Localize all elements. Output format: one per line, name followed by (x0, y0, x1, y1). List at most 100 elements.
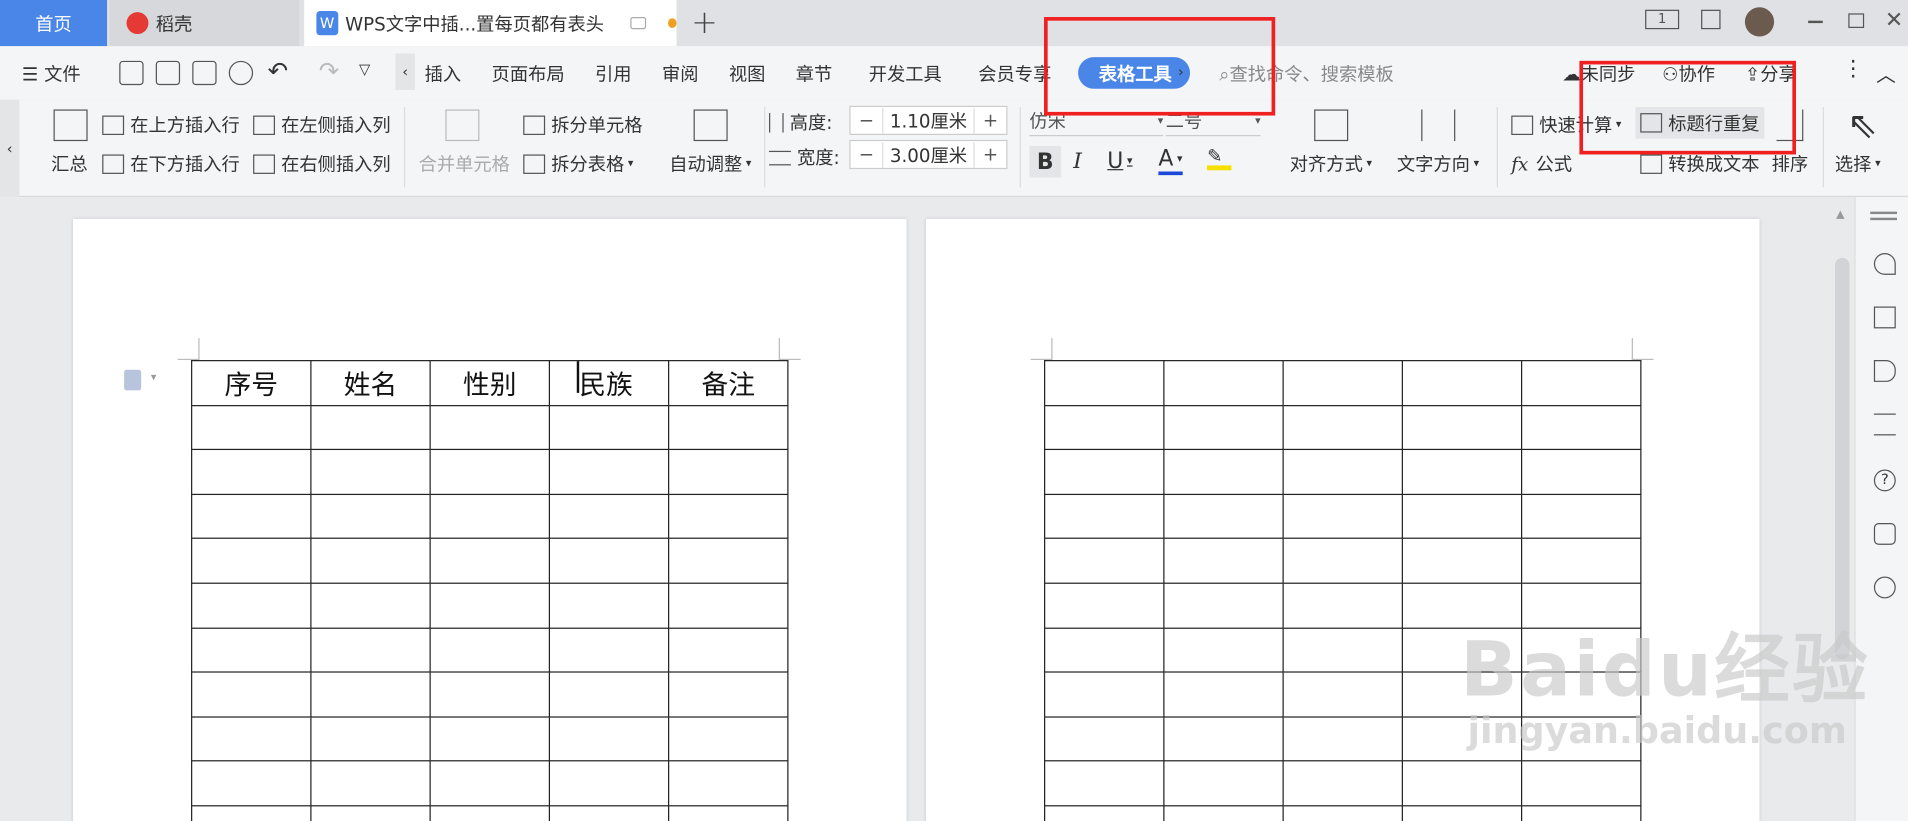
save-icon[interactable] (119, 60, 144, 86)
table-row[interactable] (191, 760, 789, 807)
table-cell[interactable] (1282, 449, 1403, 495)
formula-button[interactable]: fx 公式 (1511, 151, 1572, 177)
highlight-icon[interactable]: ✎ (1207, 145, 1232, 171)
table-cell[interactable] (1401, 760, 1523, 807)
scroll-up-icon[interactable]: ▲ (1836, 209, 1844, 221)
menu-member[interactable]: 会员专享 (978, 61, 1051, 87)
table-cell[interactable] (668, 627, 789, 673)
table-row[interactable] (1044, 449, 1642, 495)
table-cell[interactable] (1163, 805, 1284, 821)
table-cell[interactable] (548, 671, 670, 718)
table-cell[interactable] (1044, 671, 1165, 718)
table-cell[interactable] (668, 493, 789, 540)
rocket-icon[interactable] (1873, 252, 1896, 275)
table-cell[interactable] (429, 493, 550, 540)
split-cells-button[interactable]: 拆分单元格 (523, 112, 642, 138)
convert-text-button[interactable]: 转换成文本 (1640, 151, 1760, 177)
table-cell[interactable] (1163, 582, 1284, 629)
table-row[interactable] (191, 805, 789, 821)
table-cell[interactable] (548, 760, 670, 807)
ribbon-scroll-left-icon[interactable]: ‹ (0, 99, 20, 198)
quick-access-dropdown-icon[interactable]: ▽ (359, 61, 370, 78)
width-decrease-button[interactable]: − (851, 144, 883, 166)
table-page-1[interactable]: 序号 姓名 性别 民族 备注 (191, 360, 789, 821)
table-cell[interactable] (1401, 360, 1523, 406)
table-cell[interactable] (1520, 404, 1642, 451)
table-cell[interactable] (1520, 493, 1642, 540)
table-cell[interactable] (191, 805, 312, 821)
page-view-button[interactable]: 1 (1645, 9, 1680, 30)
menu-developer[interactable]: 开发工具 (869, 61, 942, 87)
table-cell[interactable] (310, 404, 431, 451)
table-cell[interactable] (668, 404, 789, 451)
table-cell[interactable] (1163, 449, 1284, 495)
table-header-cell[interactable]: 备注 (668, 360, 789, 406)
table-cell[interactable] (191, 493, 312, 540)
table-cell[interactable] (548, 716, 670, 762)
table-cell[interactable] (1520, 449, 1642, 495)
table-row[interactable] (191, 716, 789, 762)
maximize-icon[interactable] (1848, 13, 1865, 28)
print-icon[interactable] (192, 60, 217, 86)
table-cell[interactable] (1163, 671, 1284, 718)
table-row[interactable] (1044, 760, 1642, 807)
align-button[interactable]: 对齐方式 ▾ (1290, 151, 1372, 177)
table-cell[interactable] (1282, 671, 1403, 718)
table-cell[interactable] (1044, 582, 1165, 629)
menu-insert[interactable]: 插入 (425, 61, 462, 87)
menu-review[interactable]: 审阅 (662, 61, 699, 87)
table-cell[interactable] (429, 582, 550, 629)
table-cell[interactable] (191, 671, 312, 718)
table-cell[interactable] (1282, 627, 1403, 673)
table-row[interactable] (1044, 493, 1642, 540)
sort-button[interactable]: 排序 (1772, 151, 1809, 177)
table-cell[interactable] (1401, 538, 1523, 584)
table-cell[interactable] (1282, 805, 1403, 821)
table-header-cell[interactable]: 民族 (548, 360, 670, 406)
table-cell[interactable] (1401, 493, 1523, 540)
table-cell[interactable] (1163, 538, 1284, 584)
paragraph-menu-icon[interactable] (124, 369, 142, 391)
table-row[interactable] (191, 627, 789, 673)
table-cell[interactable] (429, 805, 550, 821)
table-cell[interactable] (1282, 760, 1403, 807)
table-cell[interactable] (1044, 404, 1165, 451)
table-cell[interactable] (429, 760, 550, 807)
insert-row-below-button[interactable]: 在下方插入行 (102, 151, 240, 177)
table-cell[interactable] (1520, 760, 1642, 807)
pointer-icon[interactable] (1873, 360, 1896, 382)
table-header-row[interactable]: 序号 姓名 性别 民族 备注 (191, 360, 789, 406)
table-cell[interactable] (1282, 404, 1403, 451)
table-cell[interactable] (191, 760, 312, 807)
page-1[interactable]: ▾ 序号 姓名 性别 民族 备注 (73, 218, 907, 821)
bold-button[interactable]: B (1029, 145, 1062, 178)
table-cell[interactable] (191, 404, 312, 451)
sliders-icon[interactable] (1873, 413, 1896, 436)
table-row[interactable] (191, 404, 789, 451)
table-cell[interactable] (429, 627, 550, 673)
insert-col-right-button[interactable]: 在右侧插入列 (253, 151, 391, 177)
table-row[interactable] (191, 493, 789, 540)
grid-apps-icon[interactable] (1701, 9, 1721, 30)
new-tab-button[interactable]: + (689, 0, 721, 46)
table-cell[interactable] (310, 449, 431, 495)
lightning-icon[interactable] (1873, 576, 1896, 599)
table-cell[interactable] (1163, 493, 1284, 540)
table-cell[interactable] (310, 716, 431, 762)
redo-icon[interactable]: ↷ (319, 56, 339, 85)
tab-document[interactable]: W WPS文字中插...置每页都有表头 (304, 0, 677, 47)
width-stepper[interactable]: −3.00厘米 + (849, 139, 1008, 170)
table-row[interactable] (1044, 805, 1642, 821)
split-table-button[interactable]: 拆分表格 ▾ (523, 151, 633, 177)
table-cell[interactable] (548, 627, 670, 673)
height-increase-button[interactable]: + (975, 109, 1007, 131)
table-cell[interactable] (1282, 716, 1403, 762)
table-cell[interactable] (668, 671, 789, 718)
text-direction-button[interactable]: 文字方向 ▾ (1397, 151, 1479, 177)
table-cell[interactable] (429, 716, 550, 762)
table-cell[interactable] (310, 671, 431, 718)
table-cell[interactable] (1163, 404, 1284, 451)
table-row[interactable] (191, 449, 789, 495)
table-cell[interactable] (429, 671, 550, 718)
table-style-icon[interactable] (1873, 523, 1896, 545)
